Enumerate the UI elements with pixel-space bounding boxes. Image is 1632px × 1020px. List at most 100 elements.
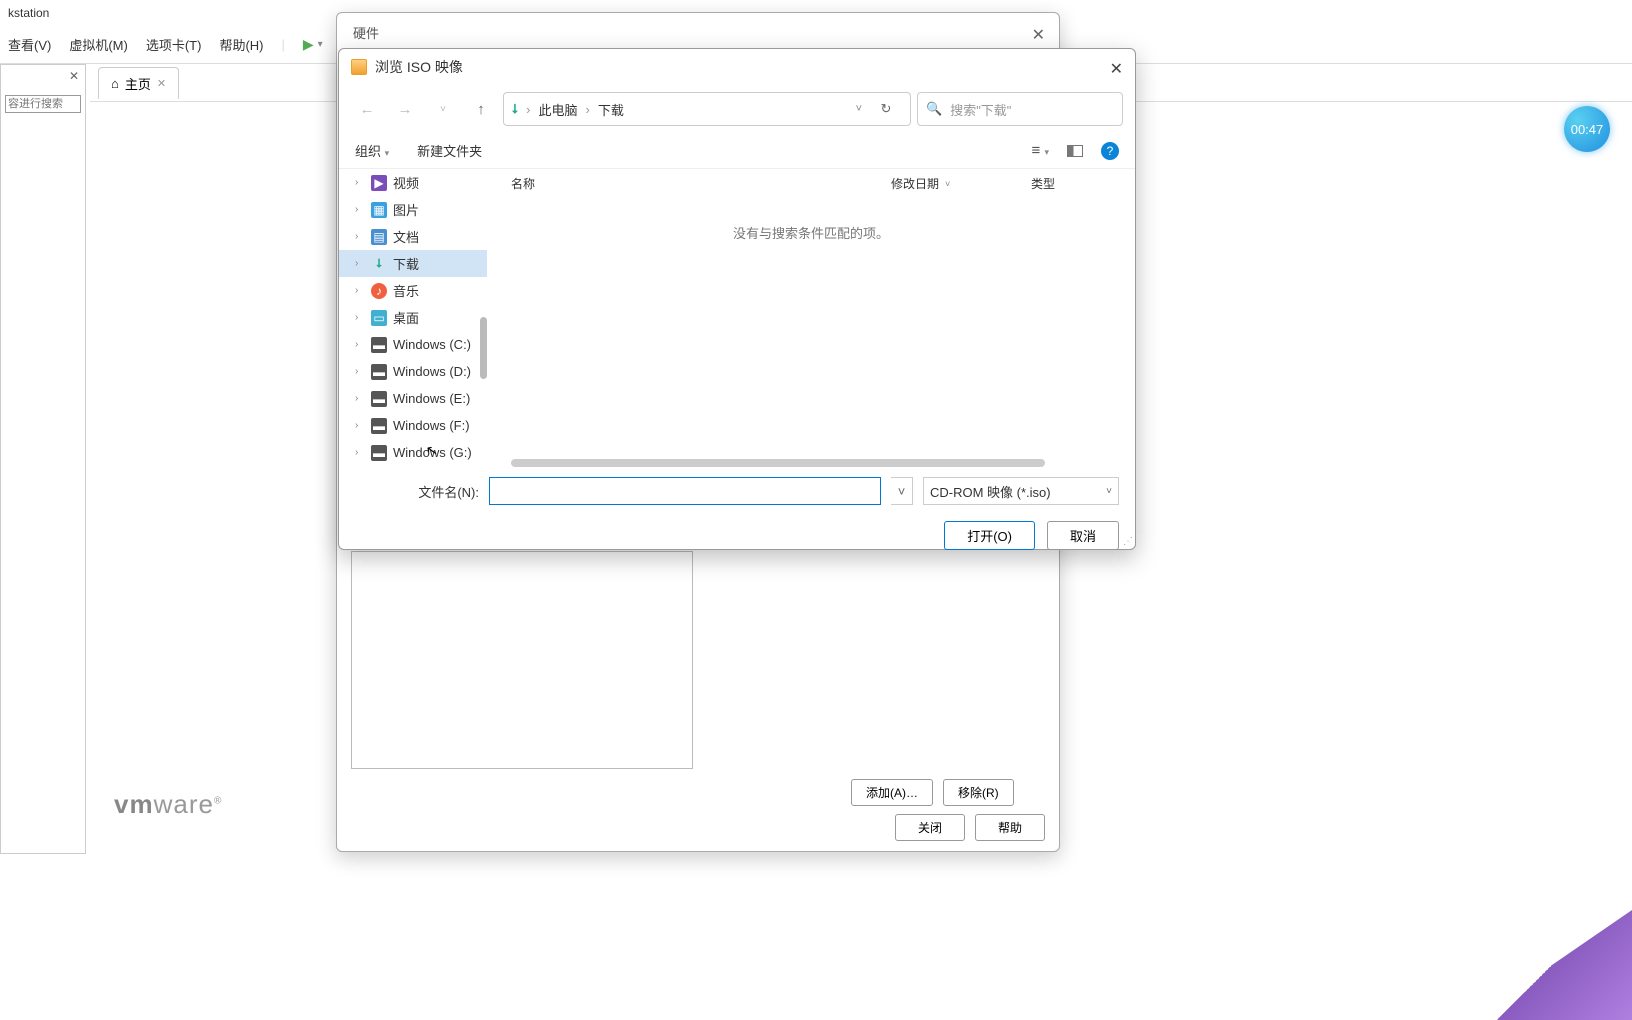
menu-tabs[interactable]: 选项卡(T) (146, 35, 202, 54)
browse-close-icon[interactable]: ✕ (1110, 59, 1123, 79)
chevron-right-icon[interactable]: › (355, 258, 365, 269)
filename-input[interactable] (489, 477, 881, 505)
address-dropdown-icon[interactable]: ˅ (856, 103, 862, 115)
chevron-right-icon[interactable]: › (355, 177, 365, 188)
tree-item-label: 音乐 (393, 281, 419, 300)
col-date[interactable]: 修改日期 ˅ (891, 175, 1031, 192)
down-icon: ⭣ (371, 256, 387, 272)
vmware-app-icon (351, 59, 367, 75)
add-hardware-button[interactable]: 添加(A)… (851, 779, 933, 806)
chevron-right-icon[interactable]: › (355, 339, 365, 350)
chevron-right-icon[interactable]: › (355, 447, 365, 458)
chevron-right-icon[interactable]: › (355, 366, 365, 377)
remove-hardware-button[interactable]: 移除(R) (943, 779, 1014, 806)
tree-scrollbar[interactable] (480, 317, 487, 379)
tab-close-icon[interactable]: ✕ (157, 77, 166, 90)
filename-dropdown-icon[interactable]: ˅ (891, 477, 913, 505)
tree-item-10[interactable]: › ▬ Windows (G:) (339, 439, 487, 466)
tree-item-label: Windows (E:) (393, 391, 470, 406)
tree-item-label: 桌面 (393, 308, 419, 327)
nav-recent-icon[interactable]: ˅ (427, 93, 459, 125)
refresh-icon[interactable]: ↻ (870, 93, 902, 125)
view-mode-icon[interactable]: ≡ ▾ (1032, 142, 1049, 159)
nav-up-icon[interactable]: ↑ (465, 93, 497, 125)
home-icon: ⌂ (111, 76, 119, 91)
video-icon: ▶ (371, 175, 387, 191)
chevron-right-icon[interactable]: › (355, 231, 365, 242)
drive-icon: ▬ (371, 445, 387, 461)
browse-title: 浏览 ISO 映像 (375, 57, 463, 77)
panel-close-icon[interactable]: ✕ (69, 69, 79, 83)
play-button[interactable]: ▶ ▾ (303, 36, 323, 53)
tree-item-9[interactable]: › ▬ Windows (F:) (339, 412, 487, 439)
file-list: 名称 修改日期 ˅ 类型 没有与搜索条件匹配的项。 (487, 169, 1135, 467)
preview-pane-icon[interactable] (1067, 145, 1083, 157)
tab-label: 主页 (125, 74, 151, 93)
tree-item-4[interactable]: › ♪ 音乐 (339, 277, 487, 304)
folder-tree: › ▶ 视频› ▦ 图片› ▤ 文档› ⭣ 下载› ♪ 音乐› ▭ 桌面› ▬ … (339, 169, 487, 467)
crumb-root[interactable]: 此电脑 (538, 100, 577, 119)
tree-item-3[interactable]: › ⭣ 下载 (339, 250, 487, 277)
library-panel: ✕ (0, 64, 86, 854)
empty-message: 没有与搜索条件匹配的项。 (487, 223, 1135, 242)
filename-label: 文件名(N): (355, 482, 479, 501)
filename-row: 文件名(N): ˅ CD-ROM 映像 (*.iso)˅ (339, 467, 1135, 515)
browse-titlebar: 浏览 ISO 映像 (339, 49, 1135, 85)
search-box[interactable]: 🔍 搜索"下载" (917, 92, 1123, 126)
hardware-title: 硬件 (337, 13, 1059, 52)
tab-home[interactable]: ⌂ 主页 ✕ (98, 67, 179, 99)
cancel-button[interactable]: 取消 (1047, 521, 1119, 550)
chevron-right-icon[interactable]: › (355, 393, 365, 404)
horizontal-scrollbar[interactable] (511, 459, 1045, 467)
tree-item-label: 视频 (393, 173, 419, 192)
tree-item-1[interactable]: › ▦ 图片 (339, 196, 487, 223)
address-bar[interactable]: ⭣ › 此电脑 › 下载 ˅ ↻ (503, 92, 911, 126)
chevron-right-icon[interactable]: › (355, 204, 365, 215)
new-folder-button[interactable]: 新建文件夹 (417, 141, 482, 160)
menu-vm[interactable]: 虚拟机(M) (69, 35, 128, 54)
tree-item-8[interactable]: › ▬ Windows (E:) (339, 385, 487, 412)
tree-item-label: Windows (D:) (393, 364, 471, 379)
tree-item-0[interactable]: › ▶ 视频 (339, 169, 487, 196)
hardware-close-button[interactable]: 关闭 (895, 814, 965, 841)
music-icon: ♪ (371, 283, 387, 299)
tree-item-label: Windows (F:) (393, 418, 470, 433)
hardware-list-box (351, 551, 693, 769)
col-type[interactable]: 类型 (1031, 175, 1111, 192)
chevron-right-icon[interactable]: › (355, 420, 365, 431)
nav-back-icon[interactable]: ← (351, 93, 383, 125)
organize-menu[interactable]: 组织 ▾ (355, 141, 389, 160)
timer-badge: 00:47 (1564, 106, 1610, 152)
hardware-close-icon[interactable]: ✕ (1032, 25, 1045, 45)
hardware-help-button[interactable]: 帮助 (975, 814, 1045, 841)
chevron-right-icon[interactable]: › (355, 312, 365, 323)
download-folder-icon: ⭣ (512, 101, 518, 117)
chevron-right-icon[interactable]: › (355, 285, 365, 296)
list-header: 名称 修改日期 ˅ 类型 (487, 169, 1135, 199)
resize-grip-icon[interactable]: ⋰ (1123, 536, 1133, 547)
tree-item-label: Windows (C:) (393, 337, 471, 352)
drive-icon: ▬ (371, 364, 387, 380)
crumb-folder[interactable]: 下载 (598, 100, 624, 119)
menu-view[interactable]: 查看(V) (8, 35, 51, 54)
desktop-icon: ▭ (371, 310, 387, 326)
tree-item-2[interactable]: › ▤ 文档 (339, 223, 487, 250)
drive-icon: ▬ (371, 418, 387, 434)
tree-item-label: 下载 (393, 254, 419, 273)
action-row: 打开(O) 取消 (339, 515, 1135, 562)
library-search-input[interactable] (5, 95, 81, 113)
help-icon[interactable]: ? (1101, 142, 1119, 160)
nav-forward-icon[interactable]: → (389, 93, 421, 125)
tree-item-5[interactable]: › ▭ 桌面 (339, 304, 487, 331)
search-placeholder: 搜索"下载" (950, 100, 1011, 119)
filetype-select[interactable]: CD-ROM 映像 (*.iso)˅ (923, 477, 1119, 505)
content-row: › ▶ 视频› ▦ 图片› ▤ 文档› ⭣ 下载› ♪ 音乐› ▭ 桌面› ▬ … (339, 169, 1135, 467)
menu-help[interactable]: 帮助(H) (219, 35, 263, 54)
pic-icon: ▦ (371, 202, 387, 218)
col-name[interactable]: 名称 (511, 175, 891, 192)
tree-item-7[interactable]: › ▬ Windows (D:) (339, 358, 487, 385)
tree-item-6[interactable]: › ▬ Windows (C:) (339, 331, 487, 358)
open-button[interactable]: 打开(O) (944, 521, 1035, 550)
tree-item-label: 图片 (393, 200, 419, 219)
drive-icon: ▬ (371, 337, 387, 353)
